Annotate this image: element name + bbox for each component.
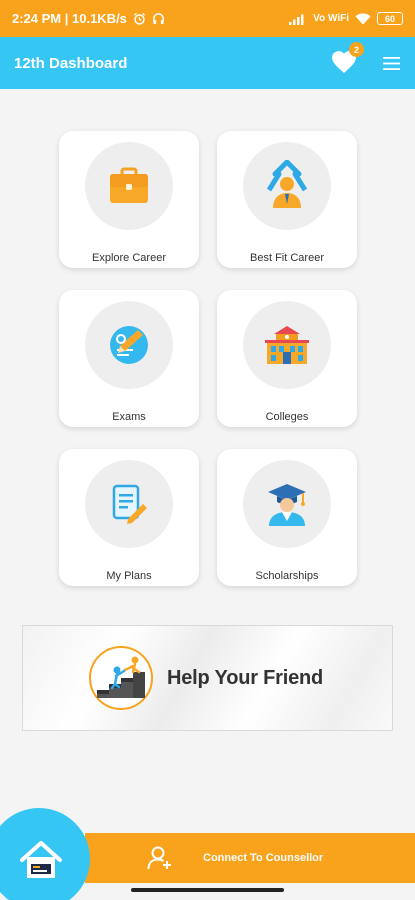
help-your-friend-banner[interactable]: Help Your Friend	[22, 625, 393, 731]
tile-label: Scholarships	[255, 570, 319, 582]
tile-colleges[interactable]: Colleges	[217, 290, 357, 427]
career-growth-icon	[243, 142, 331, 230]
page-title: 12th Dashboard	[14, 54, 128, 72]
tile-explore-career[interactable]: Explore Career	[59, 131, 199, 268]
tile-my-plans[interactable]: My Plans	[59, 449, 199, 586]
signal-icon	[289, 14, 304, 25]
tile-exams[interactable]: Exams	[59, 290, 199, 427]
alarm-icon	[133, 12, 145, 25]
tile-best-fit-career[interactable]: Best Fit Career	[217, 131, 357, 268]
add-user-icon	[147, 846, 171, 870]
tile-label: Explore Career	[92, 252, 166, 264]
helping-hand-icon	[89, 646, 153, 710]
tile-label: Colleges	[265, 411, 309, 423]
document-edit-icon	[85, 460, 173, 548]
tile-scholarships[interactable]: Scholarships	[217, 449, 357, 586]
headphones-icon	[153, 13, 164, 25]
tile-label: Best Fit Career	[250, 252, 324, 264]
battery-icon: 60	[377, 12, 403, 25]
dashboard-grid: Explore Career Best Fit Career Exams Col…	[59, 131, 357, 586]
gesture-home-indicator[interactable]	[131, 888, 284, 892]
connect-counsellor-button[interactable]: Connect To Counsellor	[85, 833, 415, 883]
briefcase-icon	[85, 142, 173, 230]
banner-title: Help Your Friend	[167, 666, 324, 689]
menu-button[interactable]	[383, 55, 401, 71]
home-icon	[18, 834, 64, 880]
tile-label: My Plans	[106, 570, 152, 582]
hamburger-menu-icon	[383, 56, 400, 70]
favorites-button[interactable]: 2	[331, 42, 364, 76]
app-bar: 12th Dashboard 2	[0, 37, 415, 89]
college-building-icon	[243, 301, 331, 389]
status-bar: 2:24 PM | 10.1KB/s Vo WiFi 60	[0, 0, 415, 37]
status-time: 2:24 PM | 10.1KB/s	[12, 11, 127, 26]
graduate-icon	[243, 460, 331, 548]
tile-label: Exams	[112, 411, 146, 423]
battery-level: 60	[384, 13, 395, 24]
counsellor-label: Connect To Counsellor	[203, 852, 324, 864]
favorites-count-badge: 2	[349, 42, 364, 57]
wifi-icon	[355, 12, 371, 24]
home-button[interactable]	[0, 808, 90, 900]
exam-pen-icon	[85, 301, 173, 389]
network-label: Vo WiFi	[313, 13, 349, 24]
